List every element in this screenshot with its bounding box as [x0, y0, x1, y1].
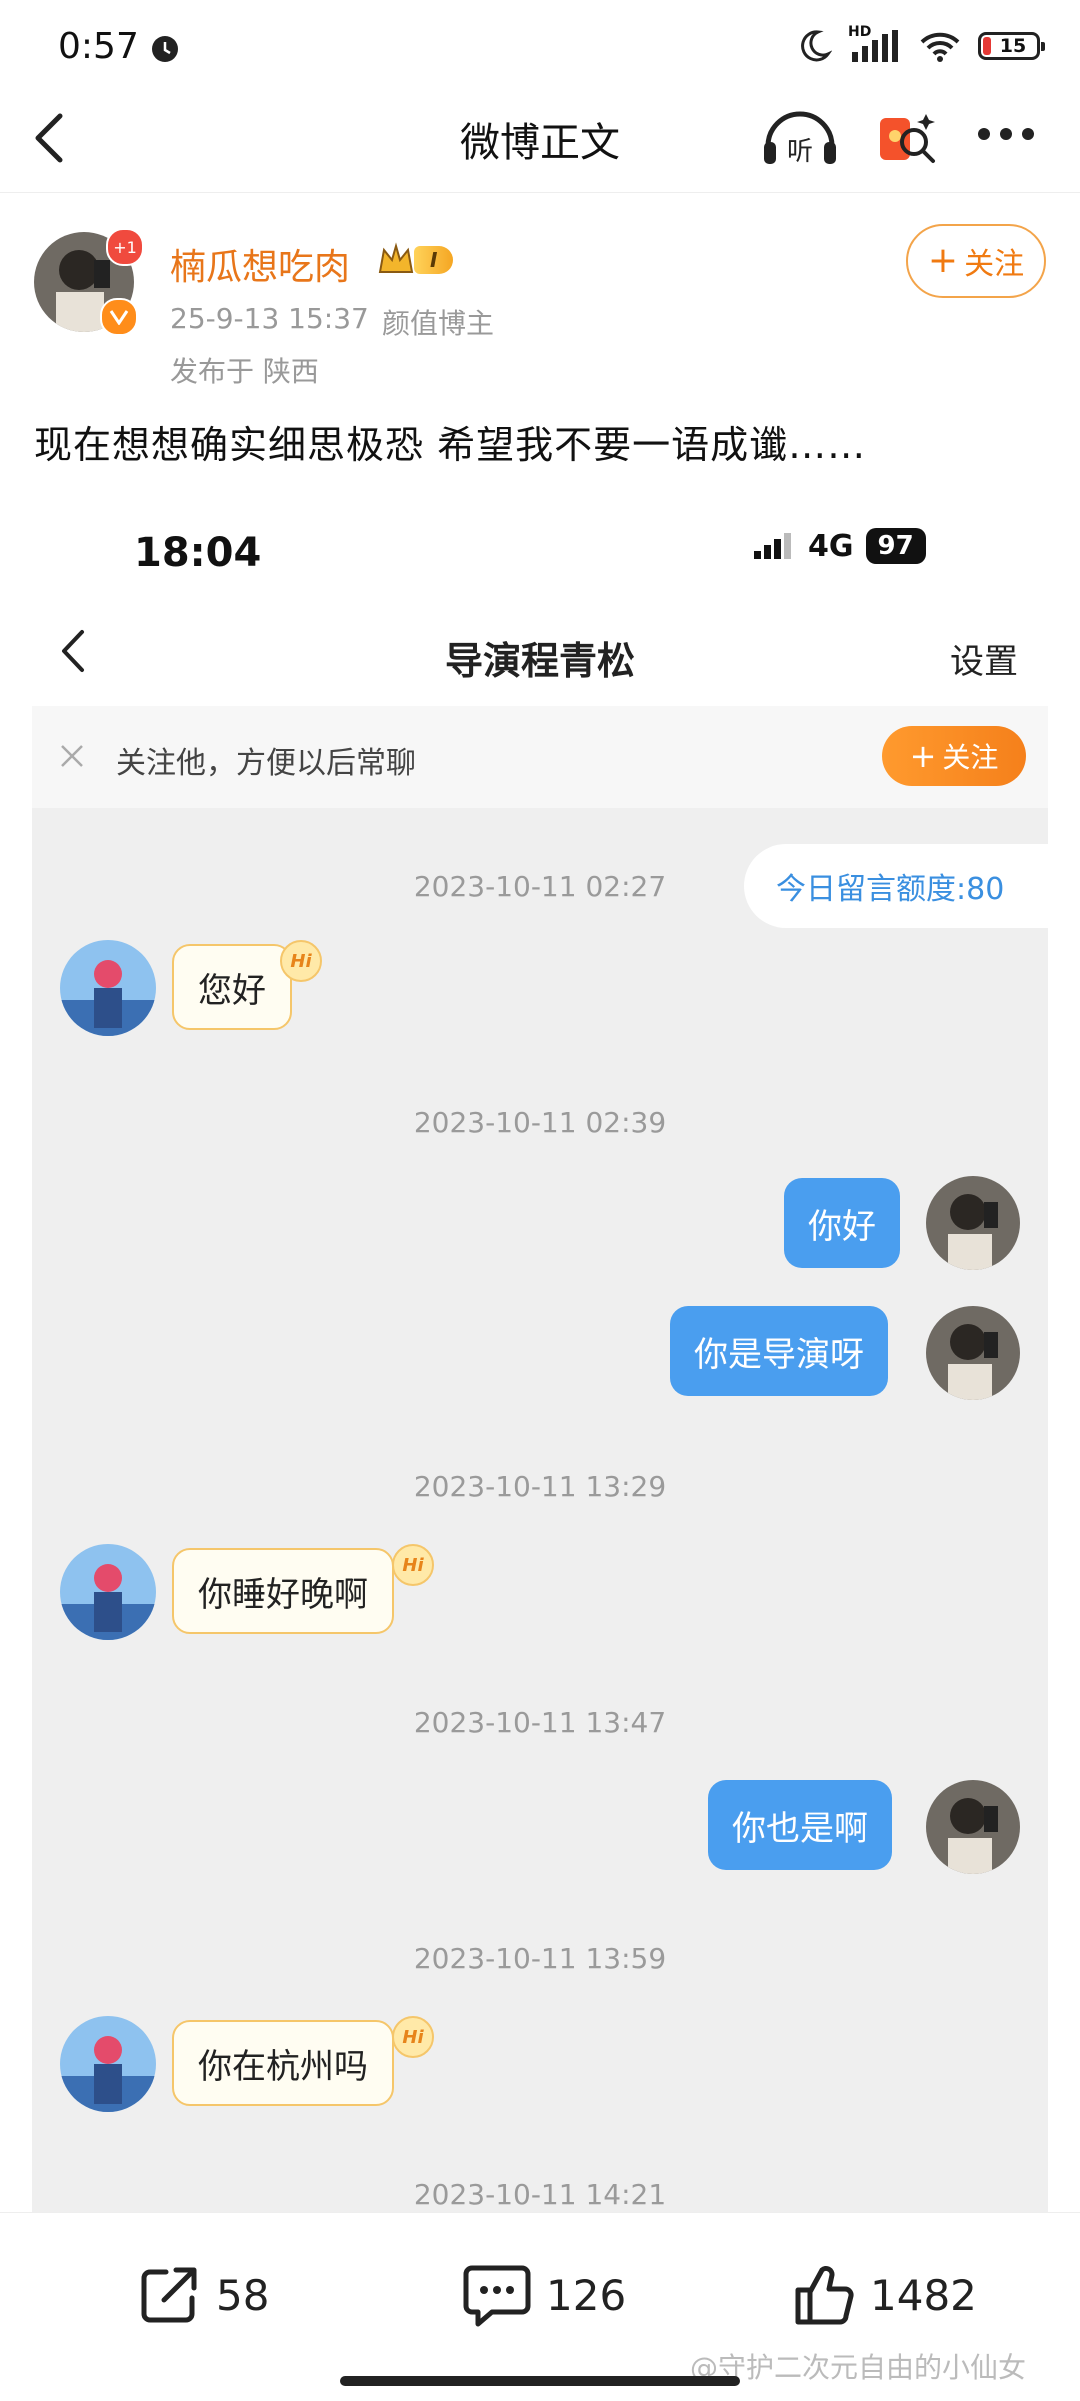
director-avatar: [60, 2016, 156, 2112]
avatar-badge: +1: [106, 228, 144, 266]
post-date: 25-9-13 15:37: [170, 302, 369, 335]
user-avatar: [926, 1306, 1020, 1400]
svg-text:听: 听: [787, 137, 813, 167]
chat-title: 导演程青松: [444, 639, 635, 683]
wifi-icon: [920, 32, 960, 62]
status-icons: HD 15: [796, 24, 1045, 64]
director-avatar: [60, 1544, 156, 1640]
message-bubble-right: 你也是啊: [708, 1780, 892, 1870]
comment-icon: [463, 2265, 531, 2327]
comment-count: 126: [546, 2270, 627, 2320]
comment-button[interactable]: 126: [462, 2262, 626, 2328]
post-text: 现在想想确实细思极恐 希望我不要一语成谶……: [34, 423, 867, 467]
crown-icon: [378, 242, 414, 273]
message-bubble-left: 你在杭州吗: [172, 2020, 394, 2106]
chat-settings: 设置: [950, 642, 1018, 682]
message-bubble-left: 您好: [172, 944, 292, 1030]
embedded-battery: 97: [865, 528, 926, 564]
battery-icon: 15: [978, 32, 1045, 60]
director-avatar: [60, 940, 156, 1036]
embedded-signal-icon: [754, 533, 791, 559]
hi-badge: Hi: [280, 940, 322, 982]
status-time: 0:57: [58, 26, 139, 67]
message-bubble-right: 你是导演呀: [670, 1306, 888, 1396]
like-button[interactable]: 1482: [790, 2262, 977, 2328]
notice-follow-button: + 关注: [882, 726, 1026, 786]
rank-label: I: [414, 246, 454, 274]
plus-icon: +: [909, 737, 937, 775]
moon-icon: [801, 30, 832, 62]
home-indicator[interactable]: [340, 2376, 740, 2386]
like-count: 1482: [870, 2270, 977, 2320]
message-timestamp: 2023-10-11 13:59: [413, 1942, 667, 1975]
repost-button[interactable]: 58: [136, 2262, 269, 2328]
message-timestamp: 2023-10-11 13:29: [413, 1470, 667, 1503]
author-name[interactable]: 楠瓜想吃肉: [170, 238, 350, 290]
follow-button[interactable]: + 关注: [906, 224, 1046, 298]
signal-icon: HD: [848, 24, 902, 64]
clock-icon: [152, 36, 178, 62]
message-timestamp: 2023-10-11 13:47: [413, 1706, 667, 1739]
message-bubble-left: 你睡好晚啊: [172, 1548, 394, 1634]
message-timestamp: 2023-10-11 02:39: [413, 1106, 667, 1139]
notice-text: 关注他，方便以后常聊: [116, 746, 416, 781]
close-icon: [61, 745, 83, 767]
message-bubble-right: 你好: [784, 1178, 900, 1268]
hi-badge: Hi: [392, 1544, 434, 1586]
verified-icon: [100, 298, 138, 336]
embedded-status-icons: 4G 97: [752, 528, 926, 564]
post-location: 发布于 陕西: [170, 355, 319, 388]
hi-badge: Hi: [392, 2016, 434, 2058]
repost-count: 58: [216, 2270, 270, 2320]
share-icon: [141, 2267, 197, 2323]
user-avatar: [926, 1780, 1020, 1874]
message-timestamp: 2023-10-11 14:21: [413, 2178, 667, 2211]
watermark: @守护二次元自由的小仙女: [690, 2351, 1027, 2384]
message-timestamp: 2023-10-11 02:27: [413, 870, 667, 903]
more-icon[interactable]: [976, 126, 1036, 142]
follow-label: 关注: [964, 247, 1025, 282]
author-tag: 颜值博主: [382, 307, 495, 340]
user-avatar: [926, 1176, 1020, 1270]
thumbs-up-icon: [795, 2266, 854, 2325]
listen-headphone-icon[interactable]: 听: [760, 106, 840, 172]
red-packet-search-icon[interactable]: [874, 106, 940, 172]
embedded-time: 18:04: [134, 530, 262, 576]
rank-badge: I: [376, 240, 454, 280]
embedded-network: 4G: [808, 528, 854, 564]
plus-icon: +: [927, 240, 959, 281]
